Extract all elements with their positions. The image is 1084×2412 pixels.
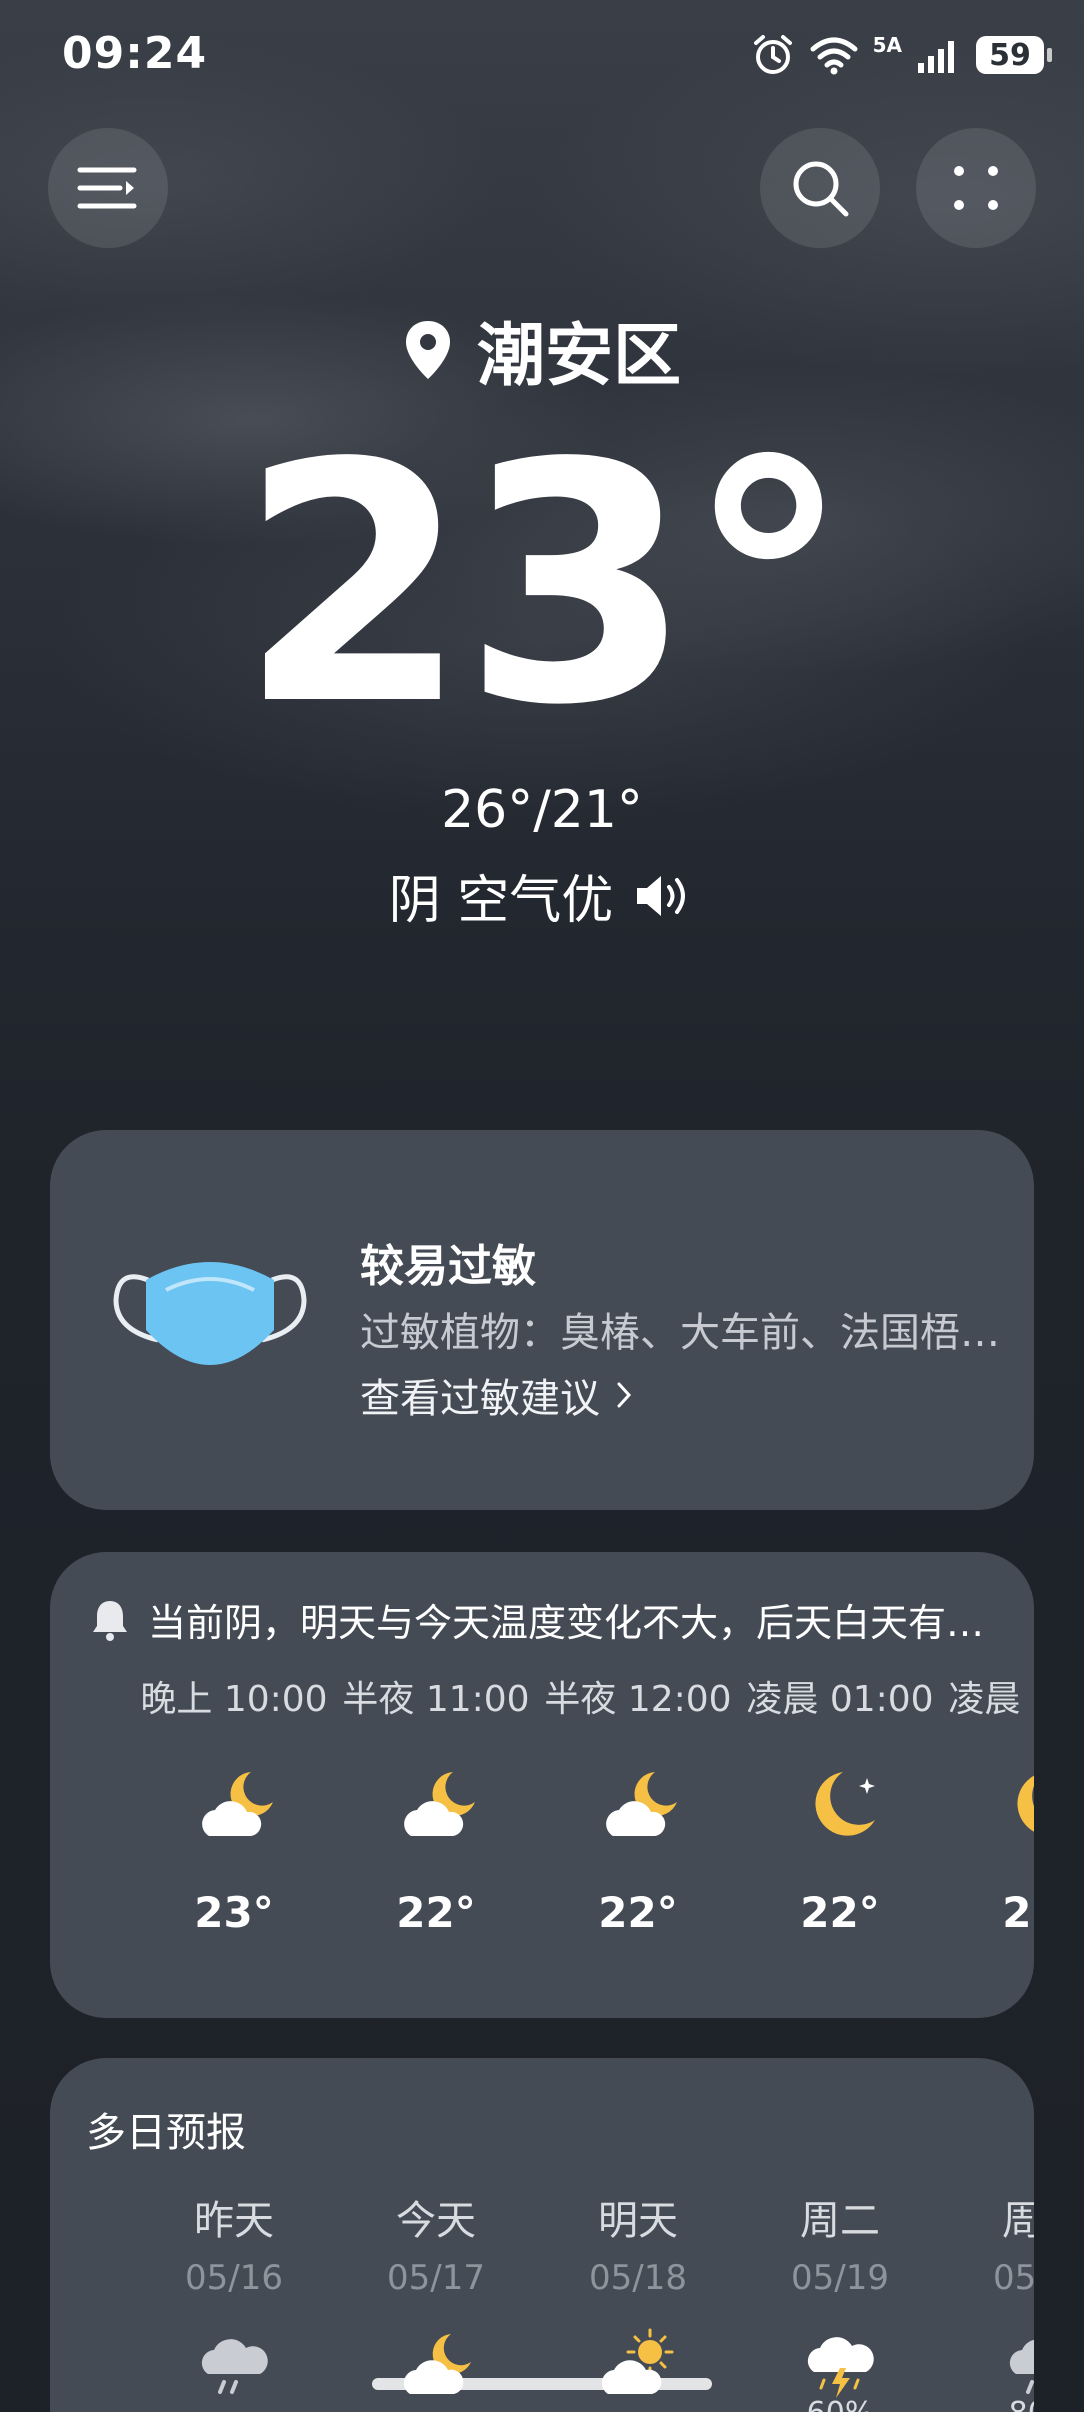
cloudy-night-icon [396, 2324, 476, 2404]
day-date: 05/16 [185, 2258, 283, 2298]
hour-time: 半夜 11:00 [342, 1679, 530, 1720]
day-date: 05/20 [993, 2258, 1034, 2298]
hour-temp: 23° [194, 1888, 274, 1937]
daily-forecast-title: 多日预报 [86, 2110, 246, 2156]
battery-icon: 59 [976, 36, 1052, 74]
hourly-strip[interactable]: 晚上 10:00 23° 半夜 11:00 22° 半夜 12:00 22° 凌… [50, 1670, 1034, 1990]
day-item[interactable]: 昨天 05/16 [134, 2188, 334, 2396]
condition-text: 阴 空气优 [388, 871, 614, 931]
day-name: 今天 [396, 2198, 476, 2244]
clear-night-icon [795, 1762, 885, 1852]
hour-item: 晚上 10:00 23° [134, 1670, 334, 1937]
weather-alert[interactable]: 当前阴，明天与今天温度变化不大，后天白天有雷阵雨 [90, 1592, 1000, 1647]
day-item[interactable]: 周三 05/20 80% [942, 2188, 1034, 2412]
hour-temp: 22° [800, 1888, 880, 1937]
network-type-label: 5A [872, 33, 902, 57]
cloudy-night-icon [391, 1762, 481, 1852]
allergy-plants: 过敏植物：臭椿、大车前、法国梧桐、构树 [360, 1310, 1000, 1356]
home-indicator[interactable] [372, 2378, 712, 2390]
day-name: 昨天 [194, 2198, 274, 2244]
allergy-level: 较易过敏 [360, 1241, 536, 1292]
location-pin-icon [405, 320, 450, 379]
clear-night-icon [997, 1762, 1034, 1852]
bell-icon [93, 1600, 127, 1641]
day-item[interactable]: 明天 05/18 [538, 2188, 738, 2396]
cloudy-night-icon [593, 1762, 683, 1852]
day-name: 周三 [1002, 2198, 1034, 2244]
hour-temp: 21° [1002, 1888, 1034, 1937]
allergy-card[interactable]: 较易过敏 过敏植物：臭椿、大车前、法国梧桐、构树 查看过敏建议 [50, 1130, 1034, 1510]
hour-item: 半夜 12:00 22° [538, 1670, 738, 1937]
precip-chance: 60% [740, 2396, 940, 2412]
high-low-temperature: 26°/21° [441, 780, 643, 840]
hour-item: 凌晨 02:00 21° [942, 1670, 1034, 1937]
face-mask-icon [110, 1250, 310, 1394]
location-name: 潮安区 [476, 317, 681, 396]
more-options-button[interactable] [916, 128, 1036, 248]
day-item[interactable]: 周二 05/19 60% [740, 2188, 940, 2412]
menu-icon [77, 167, 137, 209]
day-date: 05/18 [589, 2258, 687, 2298]
search-button[interactable] [760, 128, 880, 248]
day-name: 周二 [800, 2198, 880, 2244]
partly-sunny-icon [598, 2324, 678, 2404]
grid-dots-icon [954, 166, 998, 210]
precip-chance: 80% [942, 2396, 1034, 2412]
wifi-icon [809, 35, 859, 75]
daily-forecast-card: 多日预报 昨天 05/16 今天 05/17 明天 05/18 周二 05/19… [50, 2058, 1034, 2412]
hour-time: 凌晨 02:00 [948, 1679, 1034, 1720]
hour-item: 凌晨 01:00 22° [740, 1670, 940, 1937]
speaker-icon[interactable] [633, 871, 695, 921]
status-icons: 5A 59 [751, 30, 1052, 80]
day-date: 05/17 [387, 2258, 485, 2298]
thunderstorm-icon [800, 2324, 880, 2404]
hour-time: 凌晨 01:00 [746, 1679, 934, 1720]
allergy-advice-link[interactable]: 查看过敏建议 [360, 1366, 632, 1424]
alert-text: 当前阴，明天与今天温度变化不大，后天白天有雷阵雨 [148, 1601, 998, 1645]
current-temperature: 23° [238, 393, 851, 777]
cloudy-night-icon [189, 1762, 279, 1852]
city-menu-button[interactable] [48, 128, 168, 248]
status-bar: 09:24 5A 59 [0, 0, 1084, 110]
hourly-forecast-card: 当前阴，明天与今天温度变化不大，后天白天有雷阵雨 晚上 10:00 23° 半夜… [50, 1552, 1034, 2018]
day-item[interactable]: 今天 05/17 [336, 2188, 536, 2396]
hour-item: 半夜 11:00 22° [336, 1670, 536, 1937]
alarm-icon [751, 33, 795, 77]
signal-icon [916, 35, 962, 75]
condition-row: 阴 空气优 [0, 858, 1084, 933]
allergy-advice-label: 查看过敏建议 [360, 1376, 600, 1422]
chevron-right-icon [617, 1382, 632, 1408]
day-name: 明天 [598, 2198, 678, 2244]
status-time: 09:24 [62, 28, 208, 79]
rain-icon [1002, 2324, 1034, 2404]
day-date: 05/19 [791, 2258, 889, 2298]
search-icon [793, 161, 849, 217]
hour-temp: 22° [598, 1888, 678, 1937]
hour-time: 半夜 12:00 [544, 1679, 732, 1720]
location-header[interactable]: 潮安区 [0, 300, 1084, 399]
hour-temp: 22° [396, 1888, 476, 1937]
rain-icon [194, 2324, 274, 2404]
hour-time: 晚上 10:00 [140, 1679, 328, 1720]
